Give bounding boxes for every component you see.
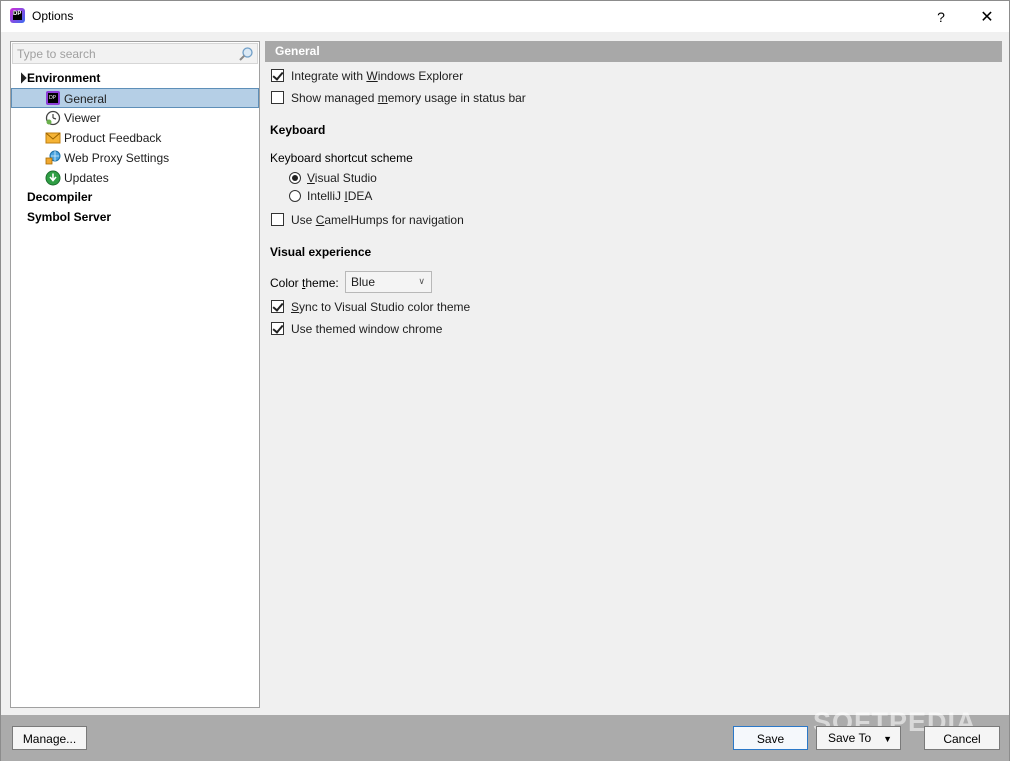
tree-item-label: Updates [64, 171, 109, 185]
search-box[interactable] [12, 43, 258, 64]
tree-item-product-feedback[interactable]: Product Feedback [11, 128, 259, 148]
tree-item-viewer[interactable]: Viewer [11, 108, 259, 128]
options-tree-pane: Environment DP General Viewer [10, 41, 260, 708]
section-header: General [265, 41, 1002, 62]
manage-button[interactable]: Manage... [12, 726, 87, 750]
dotpeek-icon: DP [46, 91, 60, 105]
cancel-button[interactable]: Cancel [924, 726, 1000, 750]
chevron-down-icon: ∨ [418, 276, 425, 286]
tree-item-web-proxy-settings[interactable]: Web Proxy Settings [11, 148, 259, 168]
dropdown-arrow-icon[interactable]: ▼ [883, 728, 892, 750]
tree-item-label: Environment [27, 71, 101, 85]
envelope-icon [45, 132, 61, 144]
help-button[interactable]: ? [919, 1, 963, 32]
checkbox-unchecked[interactable] [271, 91, 284, 104]
save-to-button[interactable]: Save To ▼ [816, 726, 901, 750]
viewer-clock-icon [45, 110, 61, 126]
expanded-arrow-icon[interactable] [15, 72, 26, 83]
svg-text:DP: DP [49, 95, 56, 101]
save-button[interactable]: Save [733, 726, 808, 750]
download-arrow-icon [45, 170, 61, 186]
options-window: DP Options ? ✕ Environment DP [0, 0, 1010, 761]
radio-selected[interactable] [289, 172, 301, 184]
tree-item-label: Product Feedback [64, 131, 162, 145]
tree-item-general[interactable]: DP General [11, 88, 259, 108]
globe-network-icon [45, 150, 61, 165]
tree-item-label: Web Proxy Settings [64, 151, 170, 165]
color-theme-value: Blue [351, 275, 376, 289]
checkbox-checked[interactable] [271, 322, 284, 335]
keyboard-heading: Keyboard [270, 123, 326, 137]
visual-experience-heading: Visual experience [270, 245, 372, 259]
checkbox-unchecked[interactable] [271, 213, 284, 226]
color-theme-label: Color theme: [270, 276, 339, 290]
window-title: Options [32, 9, 74, 23]
tree-item-symbol-server[interactable]: Symbol Server [27, 207, 111, 227]
search-input[interactable] [17, 46, 232, 62]
radio-unselected[interactable] [289, 190, 301, 202]
checkbox-checked[interactable] [271, 69, 284, 82]
shortcut-scheme-label: Keyboard shortcut scheme [270, 151, 413, 165]
title-bar[interactable]: DP Options ? ✕ [1, 1, 1009, 32]
color-theme-dropdown[interactable]: Blue ∨ [345, 271, 432, 293]
tree-item-decompiler[interactable]: Decompiler [27, 187, 92, 207]
search-icon[interactable] [238, 46, 254, 62]
tree-item-updates[interactable]: Updates [11, 168, 259, 188]
checkbox-checked[interactable] [271, 300, 284, 313]
dotpeek-app-icon: DP [10, 8, 25, 23]
tree-item-label: Viewer [64, 111, 101, 125]
tree-item-label: General [64, 92, 107, 106]
tree-item-environment[interactable]: Environment [11, 68, 259, 88]
close-button[interactable]: ✕ [965, 1, 1009, 32]
